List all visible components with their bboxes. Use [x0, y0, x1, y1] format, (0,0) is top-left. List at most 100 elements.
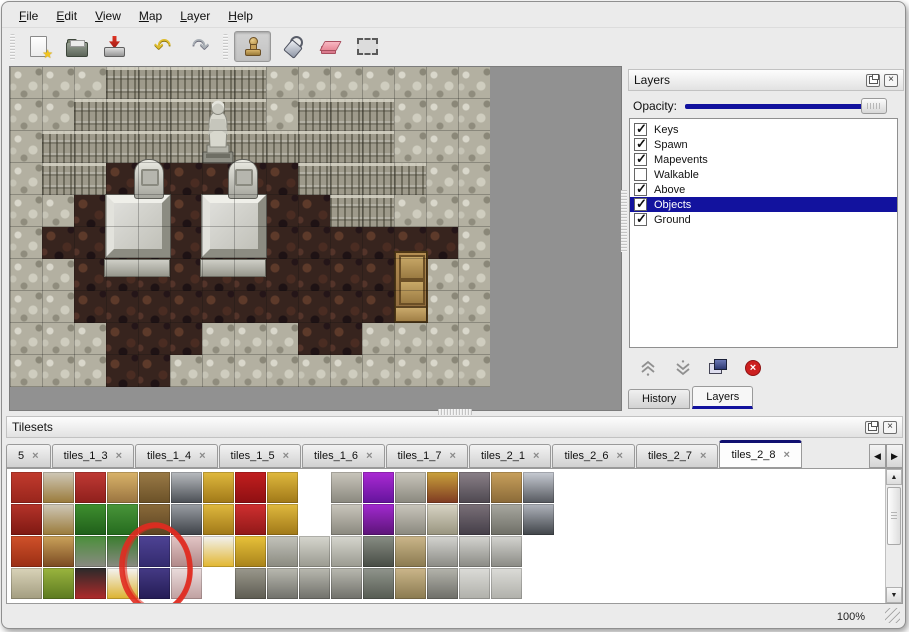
map-tile-rock-ceiling[interactable] — [74, 355, 106, 387]
map-tile-rock-wall[interactable] — [362, 99, 394, 131]
map-tile-rock-ceiling[interactable] — [42, 67, 74, 99]
tile-monument-tan[interactable] — [395, 536, 426, 567]
layer-row-mapevents[interactable]: Mapevents — [630, 152, 897, 167]
map-tile-rock-ceiling[interactable] — [458, 195, 490, 227]
map-tile-dirt-floor[interactable] — [74, 259, 106, 291]
tile-bookshelf[interactable] — [43, 536, 74, 567]
eraser-tool-button[interactable] — [312, 32, 347, 61]
layer-row-ground[interactable]: Ground — [630, 212, 897, 227]
map-tile-dirt-floor[interactable] — [298, 227, 330, 259]
map-object-statue[interactable] — [198, 95, 238, 165]
tile-door-wood-bottom[interactable] — [139, 504, 170, 535]
fill-tool-button[interactable] — [274, 32, 309, 61]
map-tile-rock-ceiling[interactable] — [74, 67, 106, 99]
tile-bench-stool[interactable] — [75, 568, 106, 599]
float-panel-icon[interactable] — [866, 74, 880, 87]
tile-throne-red-seat[interactable] — [235, 504, 266, 535]
layer-row-spawn[interactable]: Spawn — [630, 137, 897, 152]
tab-close-icon[interactable]: × — [450, 451, 456, 462]
stamp-tool-button[interactable] — [234, 31, 271, 62]
map-tile-rock-ceiling[interactable] — [10, 323, 42, 355]
map-tile-dirt-floor[interactable] — [202, 291, 234, 323]
tileset-tab-tiles_1_6[interactable]: tiles_1_6× — [302, 444, 384, 468]
map-tile-rock-ceiling[interactable] — [266, 355, 298, 387]
tile-purple-door-bottom[interactable] — [139, 568, 170, 599]
tile-obelisk-small[interactable] — [395, 568, 426, 599]
tile-statue-base[interactable] — [267, 568, 298, 599]
map-tile-dirt-floor[interactable] — [170, 195, 202, 227]
map-tile-dirt-floor[interactable] — [330, 259, 362, 291]
tile-cabinet-dark-bottom[interactable] — [459, 504, 490, 535]
map-tile-rock-ceiling[interactable] — [426, 323, 458, 355]
map-tile-rock-wall[interactable] — [74, 131, 106, 163]
tabs-scroll-left-icon[interactable]: ◀ — [869, 444, 886, 468]
vertical-splitter-grip[interactable] — [621, 190, 627, 252]
tile-cross-gold[interactable] — [107, 568, 138, 599]
menu-help[interactable]: Help — [219, 7, 262, 25]
map-tile-dirt-floor[interactable] — [170, 291, 202, 323]
tile-cushion-red[interactable] — [75, 472, 106, 503]
undo-button[interactable]: ↶ — [145, 32, 180, 61]
tileset-tab-tiles_1_4[interactable]: tiles_1_4× — [135, 444, 217, 468]
map-tile-rock-ceiling[interactable] — [458, 99, 490, 131]
map-canvas[interactable] — [10, 67, 490, 387]
tile-potted-plant[interactable] — [107, 536, 138, 567]
map-tile-dirt-floor[interactable] — [138, 323, 170, 355]
tileset-tab-tiles_1_3[interactable]: tiles_1_3× — [52, 444, 134, 468]
map-tile-dirt-floor[interactable] — [298, 323, 330, 355]
map-tile-dirt-floor[interactable] — [74, 291, 106, 323]
map-tile-dirt-floor[interactable] — [170, 323, 202, 355]
dock-tab-history[interactable]: History — [628, 389, 690, 409]
map-tile-dirt-floor[interactable] — [362, 227, 394, 259]
layer-checkbox-mapevents[interactable] — [634, 153, 647, 166]
map-tile-dirt-floor[interactable] — [330, 227, 362, 259]
tile-plant[interactable] — [107, 504, 138, 535]
layer-checkbox-ground[interactable] — [634, 213, 647, 226]
tile-cabinet-dark-top[interactable] — [459, 472, 490, 503]
map-object-cabinet[interactable] — [394, 251, 428, 323]
toolbar-grip[interactable] — [10, 34, 15, 60]
map-tile-rock-wall[interactable] — [298, 99, 330, 131]
scrollbar-thumb[interactable] — [887, 487, 901, 545]
map-tile-rock-ceiling[interactable] — [458, 131, 490, 163]
map-tile-rock-wall[interactable] — [330, 131, 362, 163]
tile-desk-tan[interactable] — [491, 472, 522, 503]
map-tile-rock-ceiling[interactable] — [42, 355, 74, 387]
layer-row-walkable[interactable]: Walkable — [630, 167, 897, 182]
tile-armor-top[interactable] — [523, 472, 554, 503]
tileset-tab-tiles_2_8[interactable]: tiles_2_8× — [719, 440, 801, 468]
map-tile-rock-ceiling[interactable] — [458, 67, 490, 99]
map-tile-rock-wall[interactable] — [330, 163, 362, 195]
map-tile-dirt-floor[interactable] — [298, 291, 330, 323]
map-tile-rock-wall[interactable] — [298, 163, 330, 195]
tab-close-icon[interactable]: × — [283, 451, 289, 462]
map-tile-rock-wall[interactable] — [266, 131, 298, 163]
opacity-slider-track[interactable] — [685, 104, 873, 109]
layer-checkbox-objects[interactable] — [634, 198, 647, 211]
toolbar-grip[interactable] — [223, 34, 228, 60]
tile-fountain[interactable] — [363, 568, 394, 599]
layer-row-above[interactable]: Above — [630, 182, 897, 197]
map-tile-rock-ceiling[interactable] — [266, 99, 298, 131]
map-tile-rock-ceiling[interactable] — [426, 195, 458, 227]
map-tile-rock-ceiling[interactable] — [10, 259, 42, 291]
tile-angel-statue[interactable] — [299, 536, 330, 567]
map-tile-rock-ceiling[interactable] — [10, 131, 42, 163]
map-tile-dirt-floor[interactable] — [74, 195, 106, 227]
horizontal-splitter-grip[interactable] — [438, 409, 472, 415]
tile-platform-light[interactable] — [459, 568, 490, 599]
tab-close-icon[interactable]: × — [533, 451, 539, 462]
map-tile-rock-wall[interactable] — [42, 163, 74, 195]
tile-banner-green[interactable] — [43, 568, 74, 599]
tileset-tab-tiles_2_6[interactable]: tiles_2_6× — [552, 444, 634, 468]
map-tile-rock-ceiling[interactable] — [458, 259, 490, 291]
tab-close-icon[interactable]: × — [783, 450, 789, 461]
map-tile-rock-ceiling[interactable] — [362, 323, 394, 355]
map-tile-rock-ceiling[interactable] — [458, 323, 490, 355]
tile-gold-pile[interactable] — [235, 536, 266, 567]
tile-portrait[interactable] — [427, 472, 458, 503]
tab-close-icon[interactable]: × — [366, 451, 372, 462]
map-tile-dirt-floor[interactable] — [74, 227, 106, 259]
tile-platform-gray[interactable] — [491, 536, 522, 567]
scroll-up-icon[interactable]: ▲ — [886, 469, 902, 485]
